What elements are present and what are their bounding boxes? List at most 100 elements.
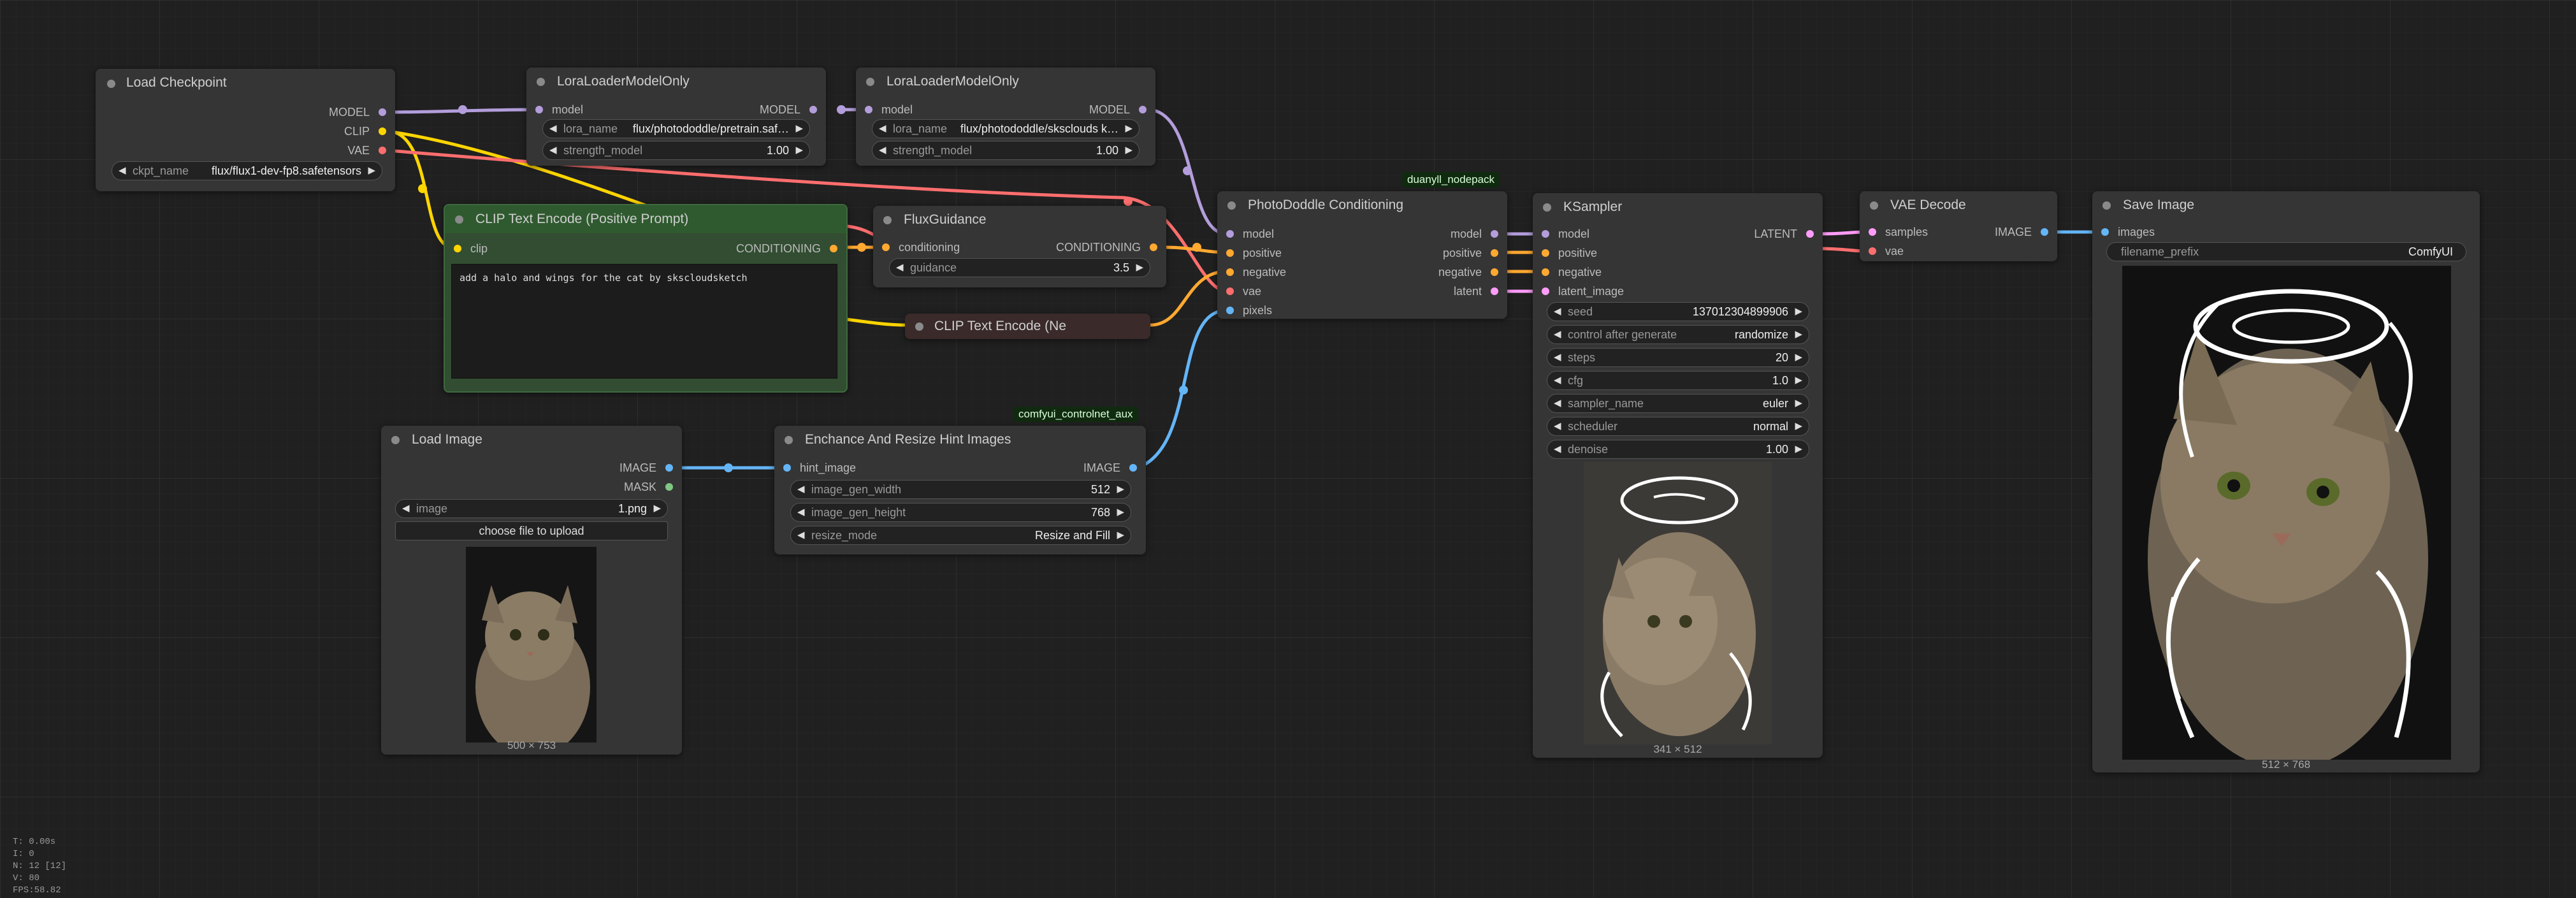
port-icon[interactable] bbox=[1869, 247, 1876, 255]
arrow-left-icon[interactable]: ◀ bbox=[1554, 326, 1561, 344]
node-title[interactable]: LoraLoaderModelOnly bbox=[526, 68, 826, 96]
node-title[interactable]: Enchance And Resize Hint Images bbox=[774, 426, 1146, 454]
output-vae[interactable]: VAE bbox=[347, 141, 395, 160]
port-icon[interactable] bbox=[830, 245, 837, 252]
denoise-number[interactable]: ◀ denoise 1.00 ▶ bbox=[1547, 440, 1809, 459]
port-icon[interactable] bbox=[379, 108, 386, 116]
input-model[interactable]: model bbox=[1217, 224, 1274, 243]
input-model[interactable]: model bbox=[526, 100, 583, 119]
port-icon[interactable] bbox=[1806, 230, 1814, 238]
input-negative[interactable]: negative bbox=[1217, 263, 1286, 282]
arrow-right-icon[interactable]: ▶ bbox=[1795, 303, 1802, 321]
port-icon[interactable] bbox=[1869, 228, 1876, 236]
output-conditioning[interactable]: CONDITIONING bbox=[736, 239, 846, 258]
collapse-dot-icon[interactable] bbox=[391, 436, 400, 444]
upload-button[interactable]: choose file to upload bbox=[395, 521, 668, 540]
node-title[interactable]: FluxGuidance bbox=[873, 206, 1166, 234]
port-icon[interactable] bbox=[535, 106, 543, 113]
load-image-node[interactable]: Load Image IMAGE MASK ◀ image 1.png ▶ choos… bbox=[381, 426, 682, 755]
port-icon[interactable] bbox=[1542, 249, 1549, 257]
node-title[interactable]: LoraLoaderModelOnly bbox=[856, 68, 1155, 96]
port-icon[interactable] bbox=[1542, 287, 1549, 295]
port-icon[interactable] bbox=[809, 106, 817, 113]
port-icon[interactable] bbox=[1491, 268, 1498, 276]
port-icon[interactable] bbox=[379, 127, 386, 135]
steps-number[interactable]: ◀ steps 20 ▶ bbox=[1547, 348, 1809, 367]
input-conditioning[interactable]: conditioning bbox=[873, 238, 960, 257]
arrow-left-icon[interactable]: ◀ bbox=[879, 120, 886, 138]
node-title[interactable]: PhotoDoddle Conditioning bbox=[1217, 191, 1507, 219]
arrow-left-icon[interactable]: ◀ bbox=[1554, 395, 1561, 412]
collapse-dot-icon[interactable] bbox=[785, 436, 793, 444]
resize-mode-combo[interactable]: ◀ resize_mode Resize and Fill ▶ bbox=[790, 526, 1131, 545]
load-checkpoint-node[interactable]: Load Checkpoint MODEL CLIP VAE ◀ ckpt_nam… bbox=[96, 69, 395, 191]
port-icon[interactable] bbox=[1226, 307, 1234, 314]
sampler-name-combo[interactable]: ◀ sampler_name euler ▶ bbox=[1547, 394, 1809, 413]
image-gen-height-number[interactable]: ◀ image_gen_height 768 ▶ bbox=[790, 503, 1131, 522]
output-negative[interactable]: negative bbox=[1438, 263, 1507, 282]
arrow-right-icon[interactable]: ▶ bbox=[368, 162, 375, 180]
collapse-dot-icon[interactable] bbox=[455, 215, 463, 224]
node-title[interactable]: Load Image bbox=[381, 426, 682, 454]
output-mask[interactable]: MASK bbox=[624, 477, 682, 496]
input-clip[interactable]: clip bbox=[445, 239, 488, 258]
lora-loader-node-2[interactable]: LoraLoaderModelOnly model MODEL ◀ lora_na… bbox=[856, 68, 1155, 166]
arrow-left-icon[interactable]: ◀ bbox=[1554, 372, 1561, 389]
arrow-left-icon[interactable]: ◀ bbox=[797, 503, 805, 521]
arrow-right-icon[interactable]: ▶ bbox=[795, 141, 803, 159]
arrow-right-icon[interactable]: ▶ bbox=[1117, 526, 1124, 544]
image-gen-width-number[interactable]: ◀ image_gen_width 512 ▶ bbox=[790, 480, 1131, 499]
port-icon[interactable] bbox=[1226, 249, 1234, 257]
filename-prefix-text[interactable]: filename_prefix ComfyUI bbox=[2106, 242, 2466, 261]
output-latent[interactable]: LATENT bbox=[1754, 224, 1823, 243]
collapse-dot-icon[interactable] bbox=[915, 322, 923, 331]
collapse-dot-icon[interactable] bbox=[1870, 201, 1878, 210]
vae-decode-node[interactable]: VAE Decode samples vae IMAGE bbox=[1860, 191, 2057, 261]
input-positive[interactable]: positive bbox=[1533, 243, 1597, 263]
flux-guidance-node[interactable]: FluxGuidance conditioning CONDITIONING ◀… bbox=[873, 206, 1166, 287]
lora-loader-node-1[interactable]: LoraLoaderModelOnly model MODEL ◀ lora_na… bbox=[526, 68, 826, 166]
strength-model-number[interactable]: ◀ strength_model 1.00 ▶ bbox=[872, 141, 1140, 160]
collapse-dot-icon[interactable] bbox=[107, 80, 115, 88]
input-model[interactable]: model bbox=[856, 100, 913, 119]
input-latent-image[interactable]: latent_image bbox=[1533, 282, 1624, 301]
arrow-right-icon[interactable]: ▶ bbox=[1117, 481, 1124, 498]
input-positive[interactable]: positive bbox=[1217, 243, 1282, 263]
collapse-dot-icon[interactable] bbox=[1543, 203, 1551, 212]
port-icon[interactable] bbox=[2101, 228, 2109, 236]
arrow-right-icon[interactable]: ▶ bbox=[1125, 141, 1132, 159]
arrow-right-icon[interactable]: ▶ bbox=[1795, 372, 1802, 389]
port-icon[interactable] bbox=[1226, 230, 1234, 238]
output-image[interactable]: IMAGE bbox=[1995, 222, 2057, 242]
port-icon[interactable] bbox=[865, 106, 872, 113]
collapse-dot-icon[interactable] bbox=[2102, 201, 2111, 210]
collapse-dot-icon[interactable] bbox=[537, 78, 545, 86]
port-icon[interactable] bbox=[1129, 464, 1137, 472]
seed-number[interactable]: ◀ seed 137012304899906 ▶ bbox=[1547, 302, 1809, 321]
input-negative[interactable]: negative bbox=[1533, 263, 1602, 282]
output-positive[interactable]: positive bbox=[1443, 243, 1507, 263]
control-after-generate-combo[interactable]: ◀ control after generate randomize ▶ bbox=[1547, 325, 1809, 344]
port-icon[interactable] bbox=[783, 464, 791, 472]
input-hint-image[interactable]: hint_image bbox=[774, 458, 856, 477]
arrow-right-icon[interactable]: ▶ bbox=[1117, 503, 1124, 521]
port-icon[interactable] bbox=[379, 147, 386, 154]
port-icon[interactable] bbox=[1491, 287, 1498, 295]
arrow-left-icon[interactable]: ◀ bbox=[549, 141, 557, 159]
node-title[interactable]: CLIP Text Encode (Ne bbox=[905, 314, 1150, 339]
arrow-left-icon[interactable]: ◀ bbox=[1554, 303, 1561, 321]
input-vae[interactable]: vae bbox=[1860, 242, 1904, 261]
arrow-left-icon[interactable]: ◀ bbox=[549, 120, 557, 138]
port-icon[interactable] bbox=[1226, 287, 1234, 295]
port-icon[interactable] bbox=[1150, 243, 1157, 251]
input-samples[interactable]: samples bbox=[1860, 222, 1928, 242]
arrow-left-icon[interactable]: ◀ bbox=[896, 259, 904, 277]
input-model[interactable]: model bbox=[1533, 224, 1589, 243]
arrow-right-icon[interactable]: ▶ bbox=[653, 500, 661, 518]
cfg-number[interactable]: ◀ cfg 1.0 ▶ bbox=[1547, 371, 1809, 390]
output-image[interactable]: IMAGE bbox=[619, 458, 682, 477]
save-image-node[interactable]: Save Image images filename_prefix ComfyUI… bbox=[2092, 191, 2480, 772]
node-title[interactable]: Save Image bbox=[2092, 191, 2480, 219]
output-model[interactable]: MODEL bbox=[1089, 100, 1155, 119]
arrow-right-icon[interactable]: ▶ bbox=[1795, 417, 1802, 435]
